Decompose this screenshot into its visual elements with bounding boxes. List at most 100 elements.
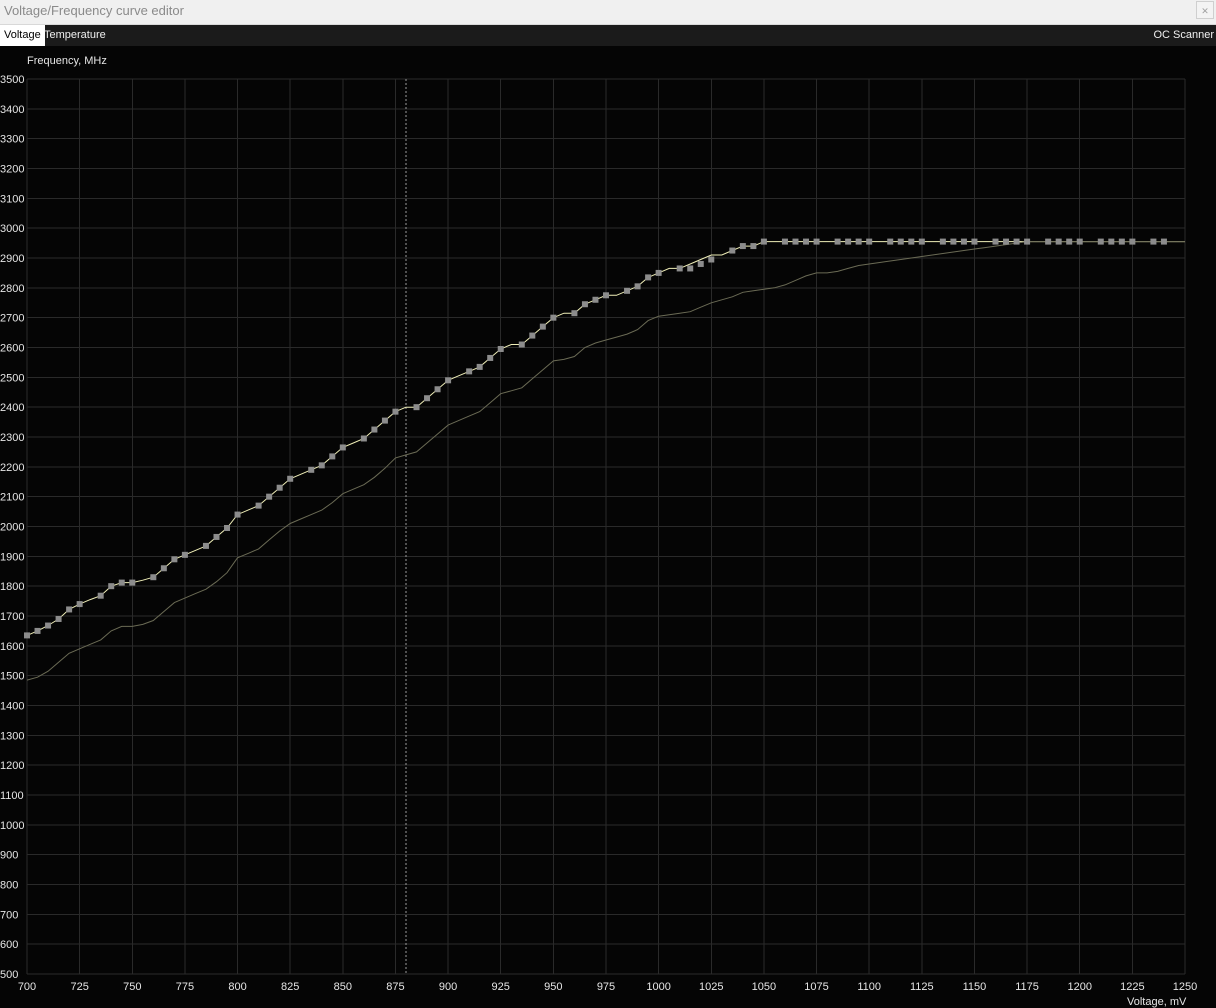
- curve-point[interactable]: [34, 627, 41, 634]
- curve-point[interactable]: [129, 579, 136, 586]
- tab-voltage[interactable]: Voltage: [0, 25, 45, 46]
- curve-point[interactable]: [813, 238, 820, 245]
- curve-point[interactable]: [655, 269, 662, 276]
- curve-point[interactable]: [1003, 238, 1010, 245]
- curve-point[interactable]: [676, 265, 683, 272]
- curve-point[interactable]: [118, 579, 125, 586]
- curve-point[interactable]: [803, 238, 810, 245]
- curve-point[interactable]: [287, 475, 294, 482]
- curve-point[interactable]: [960, 238, 967, 245]
- curve-point[interactable]: [1150, 238, 1157, 245]
- curve-point[interactable]: [550, 314, 557, 321]
- curve-point[interactable]: [834, 238, 841, 245]
- curve-point[interactable]: [518, 341, 525, 348]
- curve-point[interactable]: [1045, 238, 1052, 245]
- curve-point[interactable]: [45, 622, 52, 629]
- curve-point[interactable]: [24, 632, 30, 639]
- curve-point[interactable]: [918, 238, 925, 245]
- curve-point[interactable]: [571, 310, 578, 317]
- y-tick-label: 1300: [0, 730, 24, 742]
- curve-point[interactable]: [624, 287, 631, 294]
- curve-point[interactable]: [224, 524, 231, 531]
- curve-point[interactable]: [329, 453, 336, 460]
- curve-point[interactable]: [339, 444, 346, 451]
- curve-point[interactable]: [866, 238, 873, 245]
- curve-point[interactable]: [381, 417, 388, 424]
- curve-point[interactable]: [108, 583, 115, 590]
- curve-point[interactable]: [581, 301, 588, 308]
- curve-point[interactable]: [1066, 238, 1073, 245]
- curve-point[interactable]: [1013, 238, 1020, 245]
- curve-point[interactable]: [1108, 238, 1115, 245]
- curve-point[interactable]: [750, 243, 757, 250]
- curve-point[interactable]: [1055, 238, 1062, 245]
- chart-plot-area[interactable]: 500 600 700 800 900 1000 1100 1200 1300 1400 1500 1…: [0, 47, 1216, 1006]
- curve-point[interactable]: [497, 345, 504, 352]
- curve-point[interactable]: [539, 323, 546, 330]
- curve-point[interactable]: [1076, 238, 1083, 245]
- curve-point[interactable]: [645, 274, 652, 281]
- curve-point[interactable]: [424, 395, 431, 402]
- curve-point[interactable]: [97, 592, 104, 599]
- curve-point[interactable]: [781, 238, 788, 245]
- curve-point[interactable]: [603, 292, 609, 299]
- curve-point[interactable]: [1129, 238, 1136, 245]
- curve-point[interactable]: [739, 243, 746, 250]
- curve-point[interactable]: [908, 238, 915, 245]
- curve-point[interactable]: [255, 502, 262, 509]
- curve-point[interactable]: [76, 601, 83, 608]
- curve-point[interactable]: [939, 238, 946, 245]
- curve-point[interactable]: [1097, 238, 1104, 245]
- x-tick-label: 925: [492, 981, 510, 993]
- curve-point[interactable]: [971, 238, 978, 245]
- curve-point[interactable]: [792, 238, 799, 245]
- curve-point[interactable]: [1118, 238, 1125, 245]
- y-tick-label: 2200: [0, 462, 24, 474]
- curve-point[interactable]: [276, 484, 283, 491]
- curve-point[interactable]: [897, 238, 904, 245]
- curve-point[interactable]: [392, 408, 399, 415]
- curve-point[interactable]: [697, 260, 704, 267]
- curve-point[interactable]: [55, 615, 62, 622]
- vf-curve-chart[interactable]: 500 600 700 800 900 1000 1100 1200 1300 1400 1500 1…: [0, 47, 1216, 1008]
- curve-point[interactable]: [760, 238, 767, 245]
- close-icon[interactable]: ✕: [1196, 1, 1214, 19]
- curve-point[interactable]: [729, 247, 736, 254]
- curve-point[interactable]: [308, 466, 315, 473]
- curve-point[interactable]: [950, 238, 957, 245]
- curve-point[interactable]: [887, 238, 894, 245]
- curve-point[interactable]: [1024, 238, 1031, 245]
- curve-point[interactable]: [213, 533, 220, 540]
- curve-point[interactable]: [592, 296, 599, 303]
- curve-point[interactable]: [202, 542, 209, 549]
- tab-temperature[interactable]: Temperature: [40, 25, 110, 46]
- curve-point[interactable]: [529, 332, 536, 339]
- x-tick-label: 1150: [963, 981, 987, 993]
- curve-point[interactable]: [318, 462, 325, 469]
- curve-point[interactable]: [1160, 238, 1167, 245]
- curve-point[interactable]: [466, 368, 473, 375]
- curve-point[interactable]: [476, 363, 483, 370]
- curve-point[interactable]: [634, 283, 641, 290]
- curve-point[interactable]: [160, 565, 167, 572]
- curve-point[interactable]: [181, 551, 188, 558]
- curve-point[interactable]: [487, 354, 494, 361]
- curve-point[interactable]: [150, 574, 157, 581]
- curve-point[interactable]: [66, 606, 73, 613]
- curve-point[interactable]: [413, 404, 420, 411]
- curve-point[interactable]: [371, 426, 378, 433]
- curve-point[interactable]: [234, 511, 241, 518]
- curve-point[interactable]: [360, 435, 367, 442]
- oc-scanner-button[interactable]: OC Scanner: [1153, 25, 1214, 46]
- curve-point[interactable]: [687, 265, 694, 272]
- curve-point[interactable]: [708, 256, 715, 263]
- x-tick-label: 875: [386, 981, 404, 993]
- curve-point[interactable]: [434, 386, 441, 393]
- curve-point[interactable]: [845, 238, 852, 245]
- curve-point[interactable]: [171, 556, 178, 563]
- curve-point[interactable]: [855, 238, 862, 245]
- curve-point[interactable]: [445, 377, 452, 384]
- curve-point[interactable]: [992, 238, 999, 245]
- curve-point[interactable]: [266, 493, 273, 500]
- y-tick-label: 1900: [0, 551, 24, 563]
